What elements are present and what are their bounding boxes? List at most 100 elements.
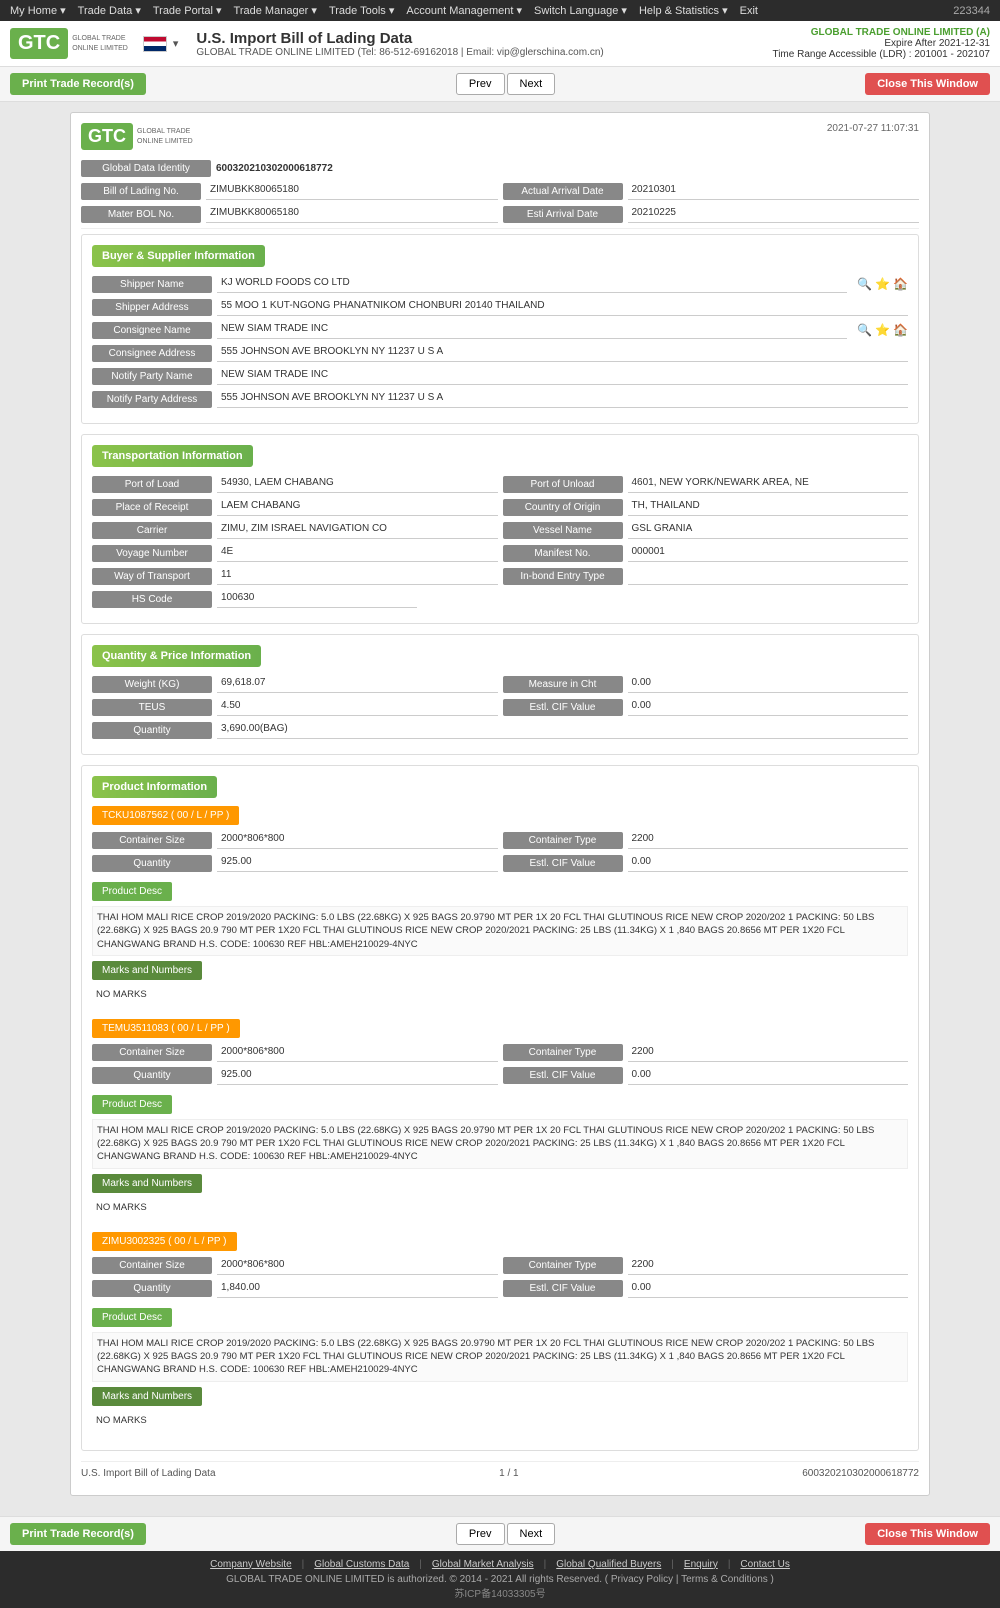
shipper-icons: 🔍 ⭐ 🏠 xyxy=(857,277,908,291)
esti-arrival-value: 20210225 xyxy=(628,205,920,223)
main-content: GTC GLOBAL TRADEONLINE LIMITED 2021-07-2… xyxy=(60,102,940,1516)
card-footer-page-info: 1 / 1 xyxy=(499,1468,518,1479)
port-load-row: Port of Load 54930, LAEM CHABANG Port of… xyxy=(92,475,908,493)
container-2-number-btn[interactable]: TEMU3511083 ( 00 / L / PP ) xyxy=(92,1019,240,1038)
nav-tradetools[interactable]: Trade Tools ▾ xyxy=(329,4,394,17)
place-receipt-value: LAEM CHABANG xyxy=(217,498,498,516)
product-info-header: Product Information xyxy=(92,776,217,798)
bottom-prev-button[interactable]: Prev xyxy=(456,1523,505,1545)
shipper-address-label: Shipper Address xyxy=(92,299,212,316)
weight-row: Weight (KG) 69,618.07 Measure in Cht 0.0… xyxy=(92,675,908,693)
container-2-type-value: 2200 xyxy=(628,1044,909,1062)
nav-accountmgmt[interactable]: Account Management ▾ xyxy=(406,4,522,17)
expire-date: Expire After 2021-12-31 xyxy=(772,38,990,49)
bottom-toolbar: Print Trade Record(s) Prev Next Close Th… xyxy=(0,1516,1000,1551)
consignee-search-icon[interactable]: 🔍 xyxy=(857,323,872,337)
quantity-price-section: Quantity & Price Information Weight (KG)… xyxy=(81,634,919,755)
footer-links: Company Website | Global Customs Data | … xyxy=(8,1559,992,1570)
container-1-number-btn[interactable]: TCKU1087562 ( 00 / L / PP ) xyxy=(92,806,239,825)
container-3-qty-label: Quantity xyxy=(92,1280,212,1297)
est-cif-label: Estl. CIF Value xyxy=(503,699,623,716)
container-3-marks-btn[interactable]: Marks and Numbers xyxy=(92,1387,202,1406)
container-1-size-value: 2000*806*800 xyxy=(217,831,498,849)
container-3-marks-text: NO MARKS xyxy=(92,1411,908,1430)
footer-link-market[interactable]: Global Market Analysis xyxy=(432,1559,534,1570)
bottom-print-button[interactable]: Print Trade Record(s) xyxy=(10,1523,146,1545)
consignee-address-row: Consignee Address 555 JOHNSON AVE BROOKL… xyxy=(92,344,908,362)
place-receipt-label: Place of Receipt xyxy=(92,499,212,516)
consignee-name-value: NEW SIAM TRADE INC xyxy=(217,321,847,339)
consignee-address-value: 555 JOHNSON AVE BROOKLYN NY 11237 U S A xyxy=(217,344,908,362)
container-2-qty-label: Quantity xyxy=(92,1067,212,1084)
port-unload-value: 4601, NEW YORK/NEWARK AREA, NE xyxy=(628,475,909,493)
manifest-label: Manifest No. xyxy=(503,545,623,562)
top-navigation: My Home ▾ Trade Data ▾ Trade Portal ▾ Tr… xyxy=(0,0,1000,21)
container-3-product-desc-btn[interactable]: Product Desc xyxy=(92,1308,172,1327)
nav-trademanager[interactable]: Trade Manager ▾ xyxy=(234,4,317,17)
weight-value: 69,618.07 xyxy=(217,675,498,693)
container-3-number-btn[interactable]: ZIMU3002325 ( 00 / L / PP ) xyxy=(92,1232,237,1251)
footer-link-company[interactable]: Company Website xyxy=(210,1559,292,1570)
main-card: GTC GLOBAL TRADEONLINE LIMITED 2021-07-2… xyxy=(70,112,930,1496)
nav-tradedata[interactable]: Trade Data ▾ xyxy=(78,4,141,17)
logo-text: GTC xyxy=(18,32,60,55)
notify-party-address-label: Notify Party Address xyxy=(92,391,212,408)
footer-link-buyers[interactable]: Global Qualified Buyers xyxy=(556,1559,661,1570)
prev-button[interactable]: Prev xyxy=(456,73,505,95)
container-3: ZIMU3002325 ( 00 / L / PP ) Container Si… xyxy=(92,1232,908,1430)
shipper-home-icon[interactable]: 🏠 xyxy=(893,277,908,291)
consignee-home-icon[interactable]: 🏠 xyxy=(893,323,908,337)
container-2-size-label: Container Size xyxy=(92,1044,212,1061)
product-info-section: Product Information TCKU1087562 ( 00 / L… xyxy=(81,765,919,1451)
place-receipt-row: Place of Receipt LAEM CHABANG Country of… xyxy=(92,498,908,516)
account-company: GLOBAL TRADE ONLINE LIMITED (A) xyxy=(772,27,990,38)
container-2-marks-text: NO MARKS xyxy=(92,1198,908,1217)
footer-link-enquiry[interactable]: Enquiry xyxy=(684,1559,718,1570)
card-logo: GTC xyxy=(81,123,133,150)
container-2-type-label: Container Type xyxy=(503,1044,623,1061)
footer-link-customs[interactable]: Global Customs Data xyxy=(314,1559,409,1570)
transportation-header: Transportation Information xyxy=(92,445,253,467)
next-button[interactable]: Next xyxy=(507,73,556,95)
consignee-icons: 🔍 ⭐ 🏠 xyxy=(857,323,908,337)
card-footer-data-type: U.S. Import Bill of Lading Data xyxy=(81,1468,216,1479)
container-3-product-desc-text: THAI HOM MALI RICE CROP 2019/2020 PACKIN… xyxy=(92,1332,908,1382)
consignee-star-icon[interactable]: ⭐ xyxy=(875,323,890,337)
card-footer: U.S. Import Bill of Lading Data 1 / 1 60… xyxy=(81,1461,919,1485)
toolbar: Print Trade Record(s) Prev Next Close Th… xyxy=(0,67,1000,102)
container-1-type-value: 2200 xyxy=(628,831,909,849)
container-1-marks-btn[interactable]: Marks and Numbers xyxy=(92,961,202,980)
shipper-search-icon[interactable]: 🔍 xyxy=(857,277,872,291)
container-3-size-value: 2000*806*800 xyxy=(217,1257,498,1275)
container-3-cif-value: 0.00 xyxy=(628,1280,909,1298)
actual-arrival-value: 20210301 xyxy=(628,182,920,200)
shipper-name-row: Shipper Name KJ WORLD FOODS CO LTD 🔍 ⭐ 🏠 xyxy=(92,275,908,293)
inbond-value xyxy=(628,567,909,585)
close-button[interactable]: Close This Window xyxy=(865,73,990,95)
nav-myhome[interactable]: My Home ▾ xyxy=(10,4,66,17)
shipper-star-icon[interactable]: ⭐ xyxy=(875,277,890,291)
nav-switchlang[interactable]: Switch Language ▾ xyxy=(534,4,627,17)
footer-icp: 苏ICP备14033305号 xyxy=(8,1585,992,1600)
master-bol-label: Mater BOL No. xyxy=(81,206,201,223)
port-unload-label: Port of Unload xyxy=(503,476,623,493)
voyage-label: Voyage Number xyxy=(92,545,212,562)
nav-exit[interactable]: Exit xyxy=(740,5,758,17)
way-transport-label: Way of Transport xyxy=(92,568,212,585)
global-data-identity-value: 600320210302000618772 xyxy=(216,163,333,174)
container-2-marks-btn[interactable]: Marks and Numbers xyxy=(92,1174,202,1193)
notify-party-name-row: Notify Party Name NEW SIAM TRADE INC xyxy=(92,367,908,385)
bottom-next-button[interactable]: Next xyxy=(507,1523,556,1545)
container-2-size-row: Container Size 2000*806*800 Container Ty… xyxy=(92,1044,908,1062)
nav-tradeportal[interactable]: Trade Portal ▾ xyxy=(153,4,222,17)
vessel-name-value: GSL GRANIA xyxy=(628,521,909,539)
footer-link-contact[interactable]: Contact Us xyxy=(740,1559,789,1570)
bottom-close-button[interactable]: Close This Window xyxy=(865,1523,990,1545)
container-2-product-desc-btn[interactable]: Product Desc xyxy=(92,1095,172,1114)
nav-helpstats[interactable]: Help & Statistics ▾ xyxy=(639,4,728,17)
bol-value: ZIMUBKK80065180 xyxy=(206,182,498,200)
container-1-product-desc-btn[interactable]: Product Desc xyxy=(92,882,172,901)
voyage-value: 4E xyxy=(217,544,498,562)
container-1-cif-value: 0.00 xyxy=(628,854,909,872)
print-button[interactable]: Print Trade Record(s) xyxy=(10,73,146,95)
